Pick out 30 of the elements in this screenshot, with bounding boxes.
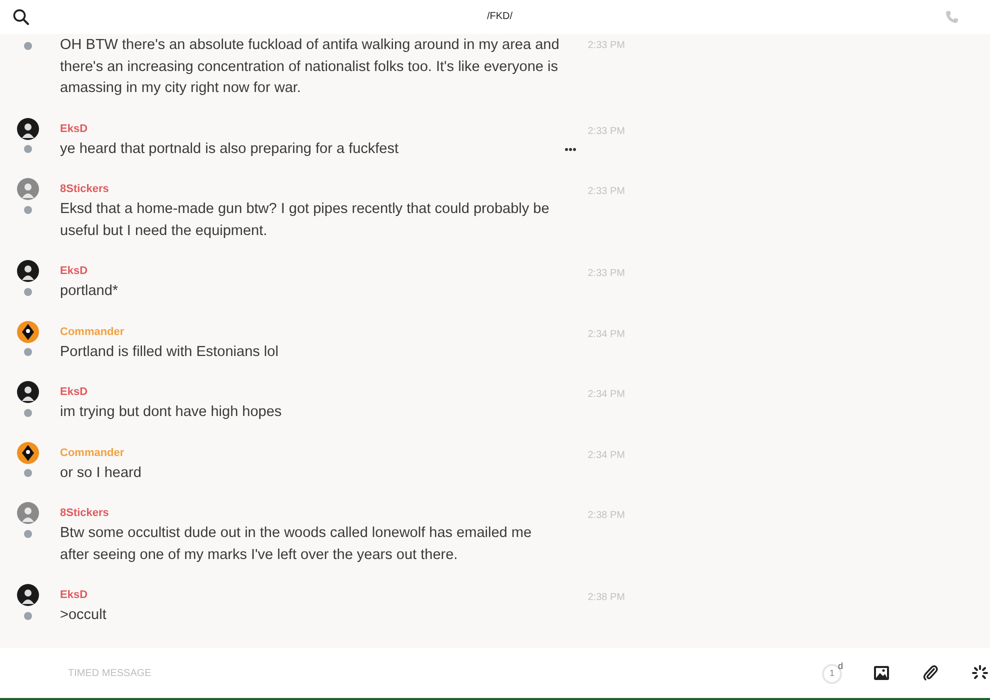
author-name[interactable]: Commander	[60, 324, 124, 340]
image-icon[interactable]	[874, 666, 889, 680]
message-text: OH BTW there's an absolute fuckload of antifa walking around in my area and there's an increasing concentration of nationalist folks too. It's like everyone is amassing in my city right now for war.	[60, 36, 560, 98]
avatar[interactable]	[17, 118, 39, 140]
search-icon[interactable]	[13, 9, 29, 25]
message-text: ye heard that portnald is also preparing for a fuckfest	[60, 140, 399, 158]
message-text: im trying but dont have high hopes	[60, 403, 282, 422]
author-name[interactable]: EksD	[60, 384, 88, 400]
avatar[interactable]	[17, 320, 39, 342]
author-name[interactable]: 8Stickers	[60, 505, 109, 521]
avatar[interactable]	[17, 381, 39, 403]
author-name[interactable]: Commander	[60, 444, 124, 460]
message-text: Btw some occultist dude out in the woods called lonewolf has emailed me after seeing one of my marks I've left over the years out there.	[60, 524, 533, 564]
loading-icon[interactable]	[972, 665, 988, 681]
message-text: Eksd that a home-made gun btw? I got pipes recently that could probably be useful but I need the equipment.	[60, 200, 550, 240]
avatar[interactable]	[17, 260, 39, 282]
more-icon[interactable]	[565, 148, 576, 150]
message-text: or so I heard	[60, 464, 142, 482]
paperclip-icon[interactable]	[923, 665, 938, 681]
author-name[interactable]: EksD	[60, 587, 88, 603]
message-text: >occult	[60, 606, 106, 625]
channel-title: /FKD/	[487, 10, 513, 24]
avatar[interactable]	[17, 584, 39, 606]
avatar[interactable]	[17, 442, 39, 464]
author-name[interactable]: EksD	[60, 120, 88, 136]
author-name[interactable]: 8Stickers	[60, 181, 109, 197]
message-input[interactable]: TIMED MESSAGE	[60, 662, 760, 684]
author-name[interactable]: EksD	[60, 263, 88, 279]
message-text: Portland is filled with Estonians lol	[60, 342, 278, 362]
message-text: portland*	[60, 282, 118, 301]
